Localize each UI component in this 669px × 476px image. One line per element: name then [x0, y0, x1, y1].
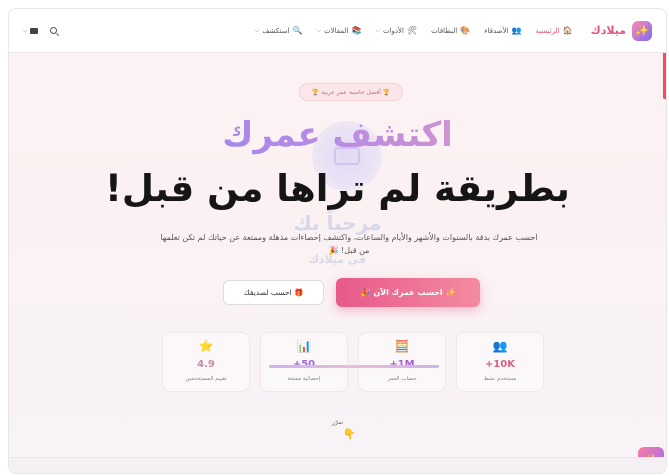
top-badge: 🏆 أفضل حاسبة عمر عربية 🏆: [299, 83, 403, 101]
nav-item-label: الأصدقاء: [484, 26, 509, 35]
nav-item-label: البطاقات: [431, 26, 458, 35]
scroll-hint-label: تمرّر: [331, 419, 344, 426]
nav-item-friends[interactable]: 👥 الأصدقاء: [484, 26, 521, 35]
stat-card-users: 👥 +10K مستخدم نشط: [456, 332, 544, 392]
chevron-down-icon: ⌵: [254, 26, 260, 34]
stat-value: 4.9: [197, 359, 215, 370]
nav-item-label: استكشف: [262, 26, 290, 35]
users-icon: 👥: [492, 339, 508, 353]
bottom-strip: [9, 457, 666, 473]
tools-icon: 🛠: [406, 26, 418, 35]
stat-card-calculations: 🧮 +1M حساب العمر: [358, 332, 446, 392]
stat-label: تقييم المستخدمين: [185, 376, 227, 382]
star-icon: ⭐: [198, 339, 214, 353]
calculate-for-friend-button[interactable]: 🎁 احسب لصديقك: [223, 280, 324, 305]
palette-icon: 🎨: [460, 26, 471, 35]
nav-item-explore[interactable]: 🔍 استكشف ⌵: [255, 26, 303, 35]
chevron-down-icon: ⌵: [23, 26, 28, 34]
theme-toggle[interactable]: ⌵: [23, 27, 38, 35]
chevron-down-icon: ⌵: [375, 26, 380, 34]
users-icon: 👥: [511, 26, 522, 35]
stat-label: حساب العمر: [387, 376, 417, 382]
nav-item-cards[interactable]: 🎨 البطاقات: [431, 26, 470, 35]
search-icon: [49, 27, 57, 34]
brand-name: ميلادك: [590, 24, 626, 37]
pointing-down-icon[interactable]: 👇: [343, 429, 355, 440]
stat-card-statistics: 📊 +50 إحصائية ممتعة: [260, 332, 348, 392]
books-icon: 📚: [351, 26, 362, 35]
hero-description: احسب عمرك بدقة بالسنوات والأشهر والأيام …: [160, 233, 538, 255]
main-nav: 🏠 الرئيسية 👥 الأصدقاء 🎨 البطاقات 🛠 الأدو…: [255, 26, 573, 35]
stat-label: إحصائية ممتعة: [287, 376, 321, 382]
chevron-down-icon: ⌵: [316, 26, 322, 34]
stat-card-rating: ⭐ 4.9 تقييم المستخدمين: [162, 332, 250, 392]
nav-item-tools[interactable]: 🛠 الأدوات ⌵: [375, 26, 417, 35]
home-icon: 🏠: [562, 26, 573, 35]
stat-label: مستخدم نشط: [483, 376, 517, 382]
header-tools: ⌵: [23, 27, 57, 35]
site-header: ✨ ميلادك 🏠 الرئيسية 👥 الأصدقاء 🎨 البطاقا…: [9, 9, 666, 53]
brand-logo-icon: ✨: [632, 20, 652, 41]
brand[interactable]: ✨ ميلادك: [590, 20, 652, 41]
search-icon: 🔍: [292, 26, 303, 35]
hero-title-line1: اكتشف عمرك: [9, 115, 666, 155]
nav-item-label: المقالات: [324, 26, 349, 35]
bar-chart-icon: 📊: [296, 339, 312, 353]
hero-title-line2: بطريقة لم تراها من قبل!: [105, 167, 570, 210]
nav-item-label: الأدوات: [382, 26, 404, 35]
search-button[interactable]: [49, 27, 57, 34]
calculate-age-button[interactable]: ✨ احسب عمرك الآن 🎉: [336, 278, 480, 307]
accent-edge: [663, 49, 666, 99]
nav-item-articles[interactable]: 📚 المقالات ⌵: [316, 26, 361, 35]
nav-item-home[interactable]: 🏠 الرئيسية: [536, 26, 573, 35]
stat-value: +10K: [484, 359, 516, 370]
browser-window: ✨ ميلادك 🏠 الرئيسية 👥 الأصدقاء 🎨 البطاقا…: [8, 8, 667, 474]
abacus-icon: 🧮: [394, 339, 410, 353]
monitor-icon: [29, 27, 38, 34]
nav-item-label: الرئيسية: [535, 26, 560, 35]
decorative-bar: [269, 365, 439, 368]
